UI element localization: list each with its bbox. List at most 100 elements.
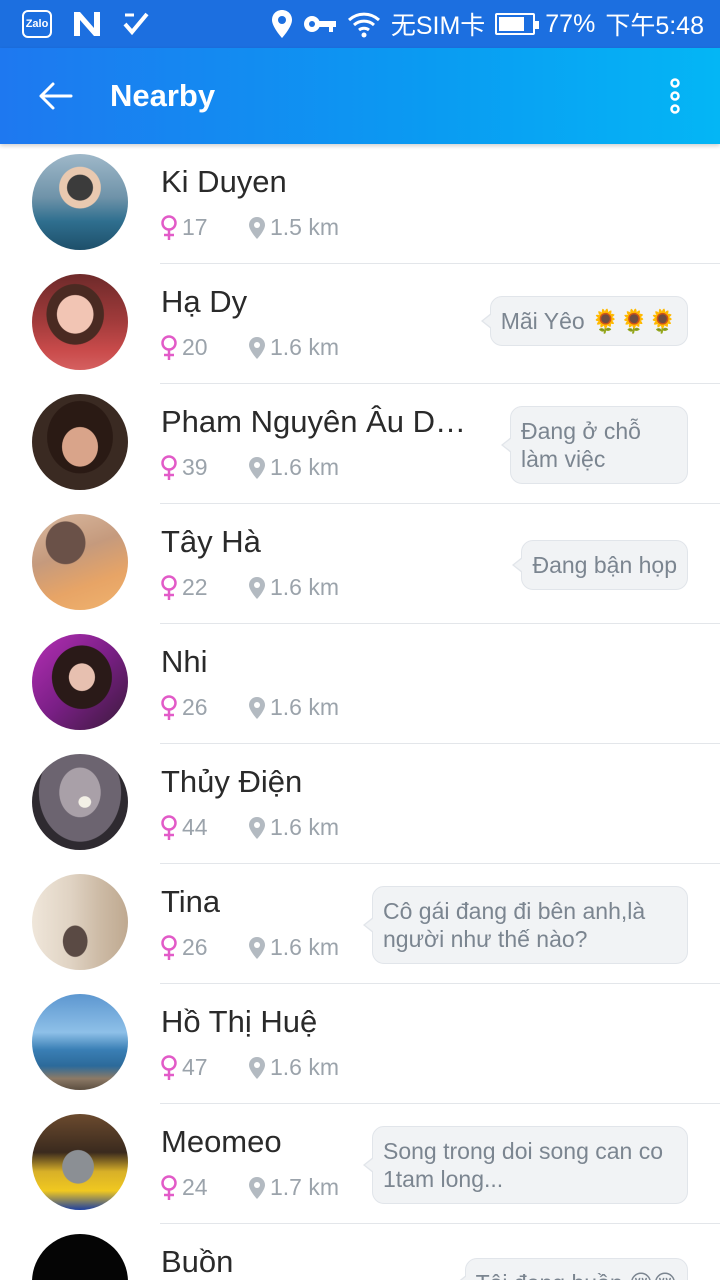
person-meta: 20 1.6 km	[160, 334, 339, 361]
battery-icon	[495, 13, 540, 35]
person-name: Nhi	[161, 644, 208, 679]
battery-level	[499, 17, 524, 31]
list-item[interactable]: Hồ Thị Huệ 47 1.6 km	[0, 984, 720, 1104]
more-options-button[interactable]	[630, 48, 720, 144]
female-icon	[161, 934, 177, 960]
back-button[interactable]	[0, 48, 110, 144]
person-meta: 17 1.5 km	[160, 214, 339, 241]
location-icon	[271, 10, 292, 38]
person-name: Thủy Điện	[161, 764, 303, 799]
person-age: 24	[182, 1174, 208, 1200]
female-icon	[161, 454, 177, 480]
person-name: Hạ Dy	[161, 284, 248, 319]
n-app-icon	[74, 12, 100, 36]
person-meta: 44 1.6 km	[160, 814, 339, 841]
location-pin-icon	[249, 1056, 265, 1079]
clock: 下午5:48	[605, 12, 704, 40]
female-icon	[161, 814, 177, 840]
female-icon	[161, 334, 177, 360]
status-bubble: Song trong doi song can co 1tam long...	[363, 1126, 688, 1204]
avatar[interactable]	[32, 514, 128, 610]
person-age: 26	[182, 934, 208, 960]
status-bubble: Mãi Yêo 🌻🌻🌻	[480, 296, 688, 346]
avatar[interactable]	[32, 754, 128, 850]
person-distance: 1.6 km	[270, 814, 340, 840]
person-age: 39	[182, 454, 208, 480]
list-item[interactable]: Thủy Điện 44 1.6 km	[0, 744, 720, 864]
person-distance: 1.6 km	[270, 574, 340, 600]
list-item[interactable]: Tây Hà 22 1.6 km Đang bận họp	[0, 504, 720, 624]
person-age: 47	[182, 1054, 208, 1080]
key-icon	[303, 16, 336, 32]
person-distance: 1.6 km	[270, 934, 340, 960]
person-age: 44	[182, 814, 208, 840]
person-name: Ki Duyen	[161, 164, 287, 199]
person-name: Hồ Thị Huệ	[161, 1004, 318, 1039]
zalo-icon: Zalo	[22, 10, 52, 38]
person-name: Pham Nguyên Âu Dương	[161, 404, 481, 439]
person-age: 17	[182, 214, 208, 240]
person-name: Tina	[161, 884, 221, 919]
status-bubble: Tôi đang buồn 😢😢	[455, 1258, 688, 1280]
sim-status-text: 无SIM卡	[390, 12, 486, 40]
list-item[interactable]: Meomeo 24 1.7 km Song trong doi song can…	[0, 1104, 720, 1224]
status-bubble: Cô gái đang đi bên anh,là người như thế …	[363, 886, 688, 964]
list-item[interactable]: Pham Nguyên Âu Dương 39 1.6 km Đang ở ch…	[0, 384, 720, 504]
person-meta: 26 1.6 km	[160, 934, 339, 961]
person-meta: 26 1.6 km	[160, 694, 339, 721]
status-bar: Zalo 无SIM卡 77% 下午5:48	[0, 0, 720, 48]
person-distance: 1.6 km	[270, 1054, 340, 1080]
nearby-list[interactable]: Ki Duyen 17 1.5 km Hạ Dy 20 1.6 km Mãi Y…	[0, 144, 720, 1280]
avatar[interactable]	[32, 394, 128, 490]
location-pin-icon	[249, 336, 265, 359]
avatar[interactable]	[32, 154, 128, 250]
avatar[interactable]	[32, 1114, 128, 1210]
person-name: Buồn	[161, 1244, 234, 1279]
person-age: 26	[182, 694, 208, 720]
more-vertical-icon	[670, 78, 680, 114]
person-distance: 1.6 km	[270, 694, 340, 720]
arrow-left-icon	[39, 82, 73, 110]
app-bar: Nearby	[0, 48, 720, 144]
list-item[interactable]: Hạ Dy 20 1.6 km Mãi Yêo 🌻🌻🌻	[0, 264, 720, 384]
page-title: Nearby	[110, 78, 216, 113]
avatar[interactable]	[32, 1234, 128, 1280]
person-name: Tây Hà	[161, 524, 261, 559]
avatar[interactable]	[32, 274, 128, 370]
avatar[interactable]	[32, 634, 128, 730]
person-age: 20	[182, 334, 208, 360]
status-bubble: Đang ở chỗ làm việc	[501, 406, 688, 484]
wifi-icon	[347, 12, 380, 38]
female-icon	[161, 1054, 177, 1080]
checkmark-app-icon	[123, 12, 149, 36]
location-pin-icon	[249, 216, 265, 239]
location-pin-icon	[249, 1176, 265, 1199]
female-icon	[161, 214, 177, 240]
person-meta: 39 1.6 km	[160, 454, 339, 481]
avatar[interactable]	[32, 994, 128, 1090]
list-item[interactable]: Nhi 26 1.6 km	[0, 624, 720, 744]
location-pin-icon	[249, 696, 265, 719]
person-distance: 1.6 km	[270, 334, 340, 360]
list-item[interactable]: Buồn Tôi đang buồn 😢😢	[0, 1224, 720, 1280]
location-pin-icon	[249, 816, 265, 839]
location-pin-icon	[249, 456, 265, 479]
list-item[interactable]: Tina 26 1.6 km Cô gái đang đi bên anh,là…	[0, 864, 720, 984]
location-pin-icon	[249, 936, 265, 959]
female-icon	[161, 574, 177, 600]
person-distance: 1.6 km	[270, 454, 340, 480]
person-meta: 24 1.7 km	[160, 1174, 339, 1201]
status-bubble: Đang bận họp	[512, 540, 688, 590]
person-distance: 1.7 km	[270, 1174, 340, 1200]
list-item[interactable]: Ki Duyen 17 1.5 km	[0, 144, 720, 264]
person-distance: 1.5 km	[270, 214, 340, 240]
location-pin-icon	[249, 576, 265, 599]
battery-percent: 77%	[545, 9, 596, 38]
person-meta: 22 1.6 km	[160, 574, 339, 601]
female-icon	[161, 1174, 177, 1200]
female-icon	[161, 694, 177, 720]
person-meta: 47 1.6 km	[160, 1054, 339, 1081]
avatar[interactable]	[32, 874, 128, 970]
person-name: Meomeo	[161, 1124, 282, 1159]
person-age: 22	[182, 574, 208, 600]
